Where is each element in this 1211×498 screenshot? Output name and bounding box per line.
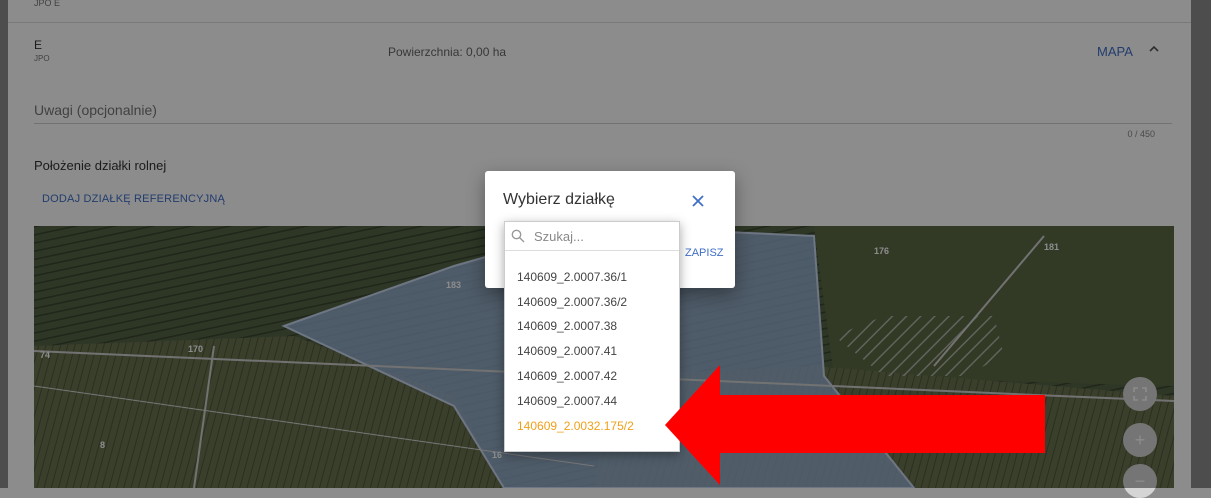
red-arrow-annotation [665,365,1045,485]
